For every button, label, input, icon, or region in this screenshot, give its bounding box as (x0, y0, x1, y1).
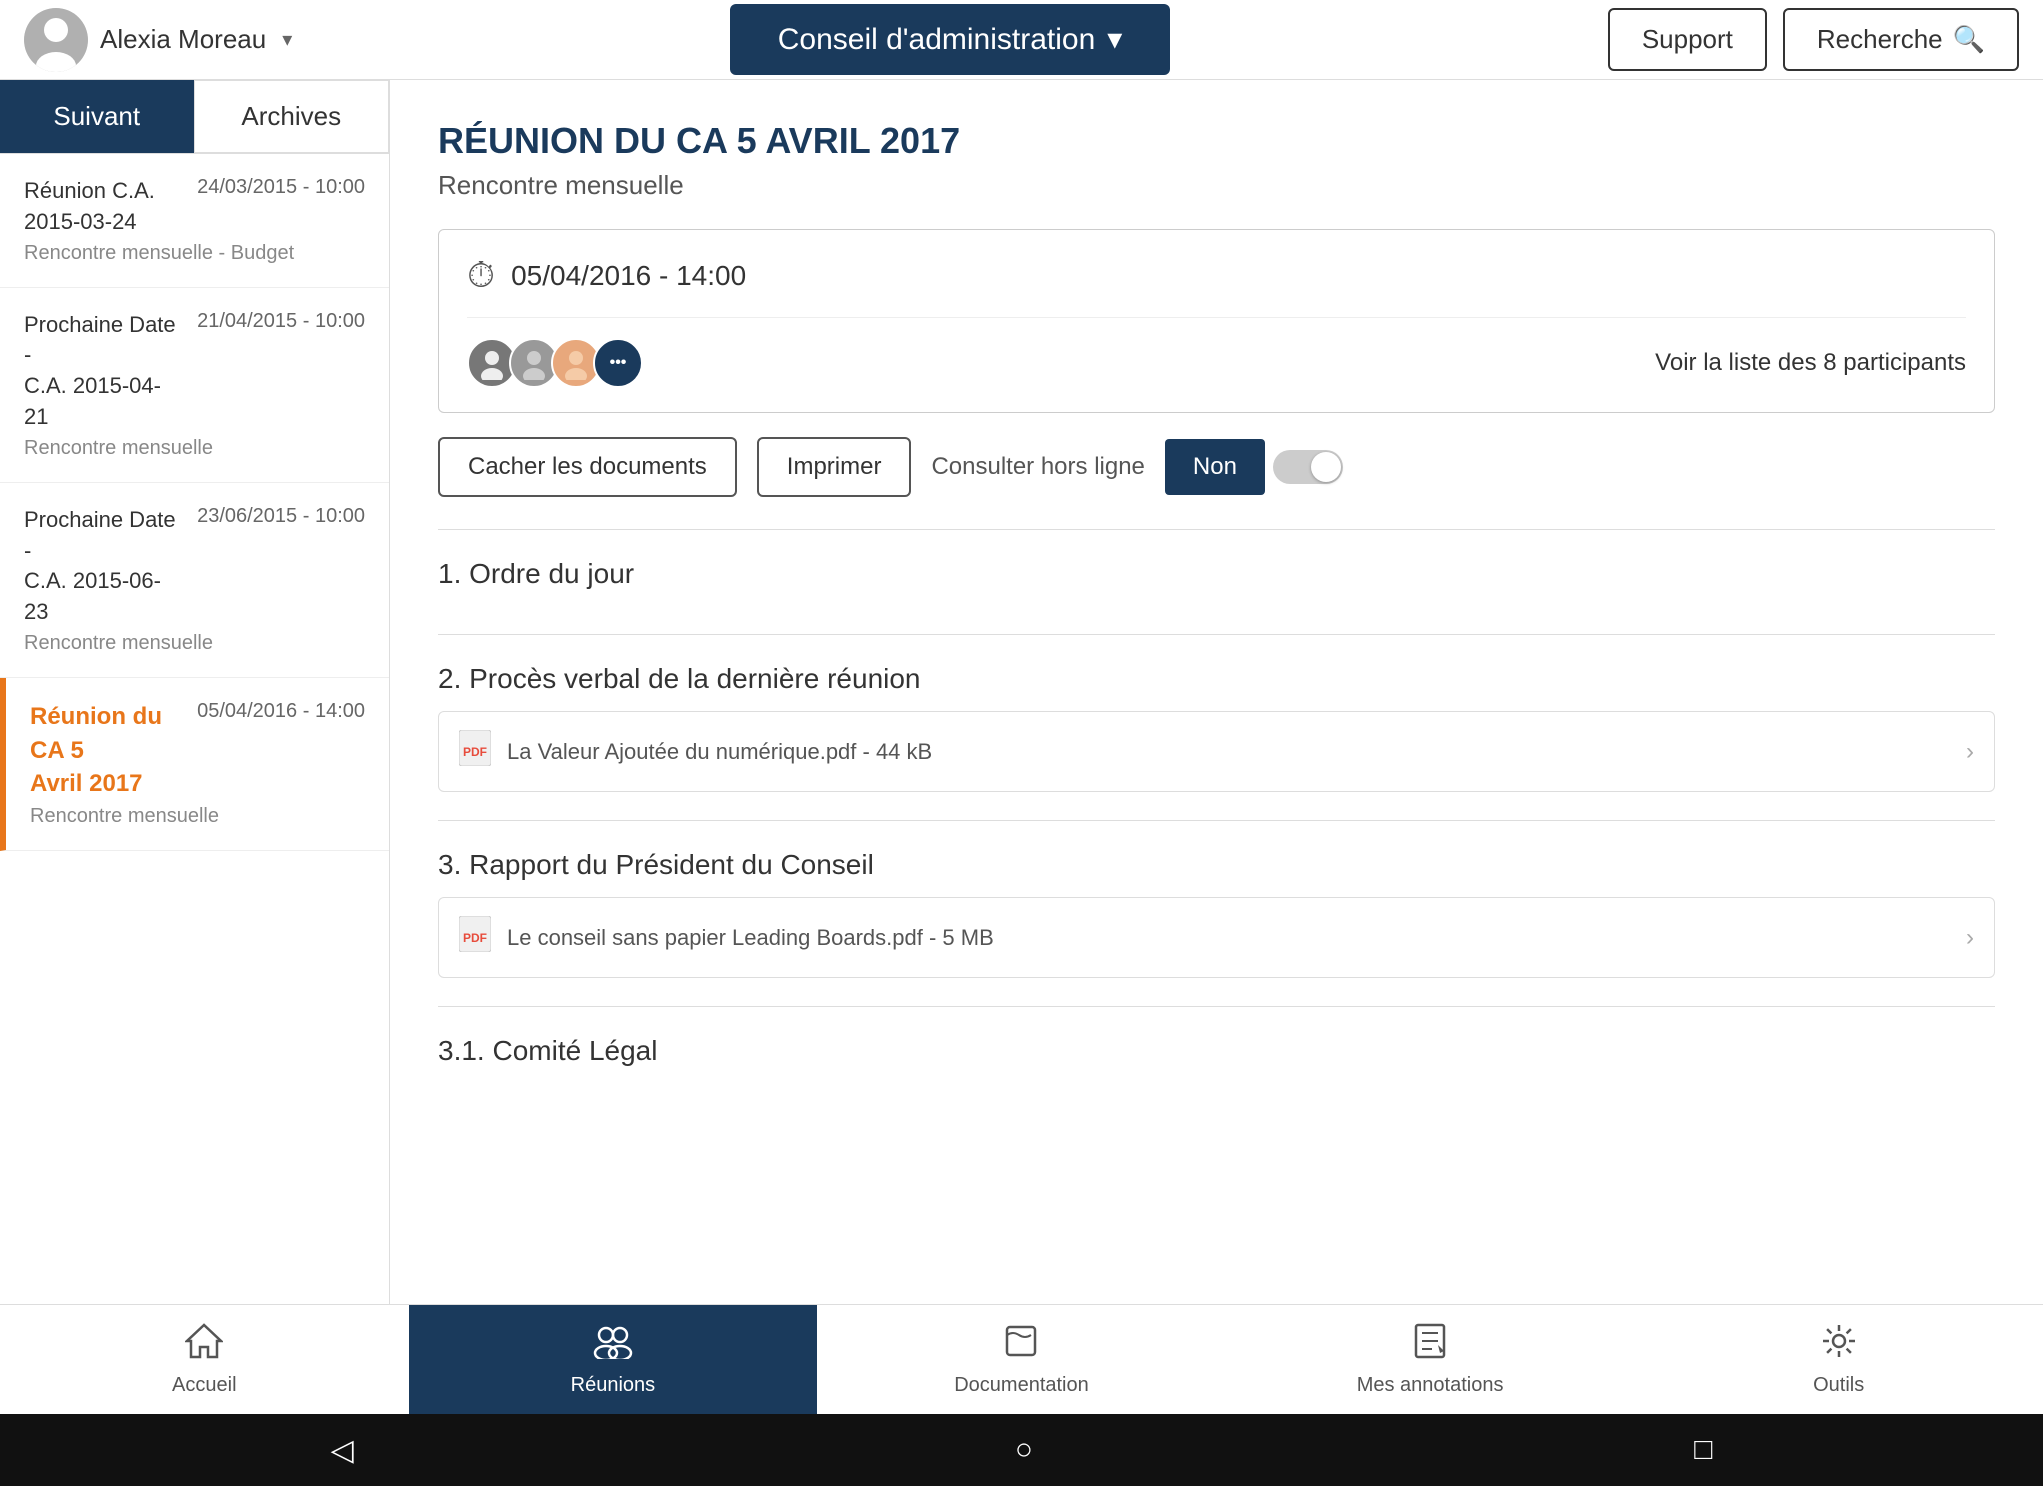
sidebar-tabs: Suivant Archives (0, 80, 389, 154)
sidebar: Suivant Archives Réunion C.A.2015-03-24 … (0, 80, 390, 1304)
agenda-item-title: 2. Procès verbal de la dernière réunion (438, 663, 1995, 695)
toggle-track[interactable] (1273, 450, 1343, 484)
user-dropdown-icon: ▾ (282, 27, 292, 52)
search-label: Recherche (1817, 24, 1943, 55)
document-row[interactable]: PDF La Valeur Ajoutée du numérique.pdf -… (438, 711, 1995, 792)
user-area[interactable]: Alexia Moreau ▾ (24, 8, 292, 72)
participant-avatar-more: ••• (593, 338, 643, 388)
android-recent-button[interactable]: □ (1694, 1433, 1712, 1467)
document-chevron-icon: › (1966, 738, 1974, 766)
sidebar-item-title: Prochaine Date -C.A. 2015-04-21 (24, 310, 185, 433)
cacher-documents-button[interactable]: Cacher les documents (438, 437, 737, 497)
agenda-item: 2. Procès verbal de la dernière réunion … (438, 634, 1995, 820)
search-button[interactable]: Recherche 🔍 (1783, 8, 2019, 71)
svg-text:PDF: PDF (463, 931, 487, 945)
toggle-thumb (1311, 452, 1341, 482)
meeting-subtitle: Rencontre mensuelle (438, 170, 1995, 201)
sidebar-list: Réunion C.A.2015-03-24 24/03/2015 - 10:0… (0, 154, 389, 1304)
nav-annotations-label: Mes annotations (1357, 1374, 1504, 1397)
sidebar-item-title: Prochaine Date -C.A. 2015-06-23 (24, 505, 185, 628)
tab-archives[interactable]: Archives (194, 80, 390, 153)
sidebar-item-sub: Rencontre mensuelle (24, 437, 365, 460)
sidebar-item-date: 05/04/2016 - 14:00 (197, 700, 365, 723)
document-name: La Valeur Ajoutée du numérique.pdf - 44 … (507, 739, 932, 765)
android-back-button[interactable]: ◁ (331, 1433, 354, 1468)
top-bar: Alexia Moreau ▾ Conseil d'administration… (0, 0, 2043, 80)
meeting-title: RÉUNION DU CA 5 AVRIL 2017 (438, 120, 1995, 162)
nav-outils-label: Outils (1813, 1374, 1864, 1397)
doc-left: PDF Le conseil sans papier Leading Board… (459, 916, 994, 959)
search-icon: 🔍 (1953, 24, 1985, 55)
agenda-item: 1. Ordre du jour (438, 529, 1995, 634)
list-item[interactable]: Prochaine Date -C.A. 2015-06-23 23/06/20… (0, 483, 389, 678)
participants-row: ••• Voir la liste des 8 participants (467, 338, 1966, 388)
datetime-text: 05/04/2016 - 14:00 (511, 260, 746, 292)
nav-reunions[interactable]: Réunions (409, 1305, 818, 1414)
agenda-item-title: 3. Rapport du Président du Conseil (438, 849, 1995, 881)
sidebar-item-date: 23/06/2015 - 10:00 (197, 505, 365, 528)
sidebar-item-sub: Rencontre mensuelle (30, 805, 365, 828)
documentation-icon (1003, 1323, 1039, 1368)
main-layout: Suivant Archives Réunion C.A.2015-03-24 … (0, 80, 2043, 1304)
list-item[interactable]: Prochaine Date -C.A. 2015-04-21 21/04/20… (0, 288, 389, 483)
outils-icon (1821, 1323, 1857, 1368)
pdf-icon: PDF (459, 730, 491, 773)
nav-outils[interactable]: Outils (1634, 1305, 2043, 1414)
sidebar-item-title: Réunion du CA 5Avril 2017 (30, 700, 185, 801)
nav-accueil-label: Accueil (172, 1374, 236, 1397)
user-name: Alexia Moreau (100, 24, 266, 55)
sidebar-item-date: 21/04/2015 - 10:00 (197, 310, 365, 333)
pdf-icon: PDF (459, 916, 491, 959)
nav-documentation-label: Documentation (954, 1374, 1089, 1397)
main-title-label: Conseil d'administration (778, 23, 1096, 57)
agenda-item-title: 3.1. Comité Légal (438, 1035, 1995, 1067)
avatar (24, 8, 88, 72)
toggle-container: Non (1165, 439, 1343, 495)
list-item[interactable]: Réunion C.A.2015-03-24 24/03/2015 - 10:0… (0, 154, 389, 288)
datetime-row: ⏱ 05/04/2016 - 14:00 (467, 254, 1966, 318)
support-button[interactable]: Support (1608, 8, 1767, 71)
participants-link[interactable]: Voir la liste des 8 participants (1655, 349, 1966, 377)
sidebar-item-date: 24/03/2015 - 10:00 (197, 176, 365, 199)
nav-documentation[interactable]: Documentation (817, 1305, 1226, 1414)
agenda-item-title: 1. Ordre du jour (438, 558, 1995, 590)
clock-icon: ⏱ (467, 254, 495, 297)
home-icon (185, 1323, 223, 1368)
sidebar-item-sub: Rencontre mensuelle (24, 632, 365, 655)
main-title-dropdown-icon: ▾ (1107, 22, 1122, 57)
top-right: Support Recherche 🔍 (1608, 8, 2019, 71)
nav-accueil[interactable]: Accueil (0, 1305, 409, 1414)
top-center: Conseil d'administration ▾ (292, 4, 1608, 75)
document-row[interactable]: PDF Le conseil sans papier Leading Board… (438, 897, 1995, 978)
avatar-group: ••• (467, 338, 635, 388)
nav-reunions-label: Réunions (571, 1374, 656, 1397)
android-bar: ◁ ○ □ (0, 1414, 2043, 1486)
svg-text:PDF: PDF (463, 745, 487, 759)
sidebar-item-sub: Rencontre mensuelle - Budget (24, 242, 365, 265)
bottom-nav: Accueil Réunions Documentation (0, 1304, 2043, 1414)
info-box: ⏱ 05/04/2016 - 14:00 (438, 229, 1995, 413)
sidebar-item-title: Réunion C.A.2015-03-24 (24, 176, 155, 238)
action-row: Cacher les documents Imprimer Consulter … (438, 437, 1995, 497)
annotations-icon (1412, 1323, 1448, 1368)
agenda-section: 1. Ordre du jour 2. Procès verbal de la … (438, 529, 1995, 1111)
tab-suivant[interactable]: Suivant (0, 80, 194, 153)
nav-annotations[interactable]: Mes annotations (1226, 1305, 1635, 1414)
reunions-icon (591, 1323, 635, 1368)
document-chevron-icon: › (1966, 924, 1974, 952)
toggle-non-button[interactable]: Non (1165, 439, 1265, 495)
agenda-item: 3.1. Comité Légal (438, 1006, 1995, 1111)
list-item[interactable]: Réunion du CA 5Avril 2017 05/04/2016 - 1… (0, 678, 389, 851)
android-home-button[interactable]: ○ (1015, 1433, 1033, 1467)
imprimer-button[interactable]: Imprimer (757, 437, 912, 497)
offline-label: Consulter hors ligne (931, 453, 1144, 481)
document-name: Le conseil sans papier Leading Boards.pd… (507, 925, 994, 951)
agenda-item: 3. Rapport du Président du Conseil PDF L… (438, 820, 1995, 1006)
doc-left: PDF La Valeur Ajoutée du numérique.pdf -… (459, 730, 932, 773)
content-area: RÉUNION DU CA 5 AVRIL 2017 Rencontre men… (390, 80, 2043, 1304)
main-title-button[interactable]: Conseil d'administration ▾ (730, 4, 1171, 75)
